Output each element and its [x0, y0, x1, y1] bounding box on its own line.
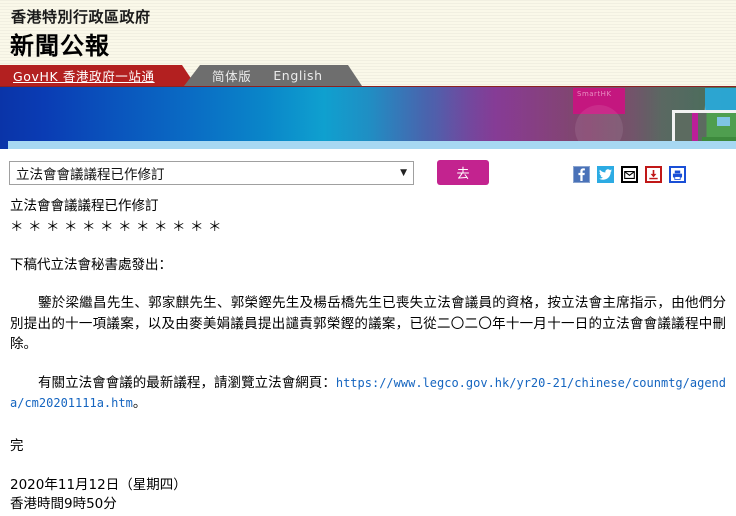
article-paragraph-2-prefix: 有關立法會會議的最新議程，請瀏覽立法會網頁：	[38, 374, 336, 391]
chevron-down-icon: ▼	[400, 168, 407, 178]
banner-bottom-strip	[8, 141, 736, 149]
facebook-icon[interactable]	[573, 166, 590, 183]
tab-govhk-label: GovHK 香港政府一站通	[13, 69, 155, 84]
tab-simplified-chinese[interactable]: 简体版	[212, 66, 251, 85]
print-icon[interactable]	[669, 166, 686, 183]
email-icon[interactable]	[621, 166, 638, 183]
article-paragraph-1: 鑒於梁繼昌先生、郭家麒先生、郭榮鏗先生及楊岳橋先生已喪失立法會議員的資格，按立法…	[10, 295, 726, 352]
article-headline: 立法會會議議程已作修訂	[10, 198, 159, 214]
go-button[interactable]: 去	[437, 160, 489, 185]
article-timestamp: 2020年11月12日（星期四） 香港時間9時50分	[10, 476, 726, 514]
download-icon[interactable]	[645, 166, 662, 183]
language-tabbar: GovHK 香港政府一站通 简体版 English	[0, 65, 736, 86]
article-separator: ＊＊＊＊＊＊＊＊＊＊＊＊	[10, 219, 226, 235]
article-end-marker: 完	[10, 437, 24, 454]
page-title: 新聞公報	[10, 32, 110, 60]
article-paragraph-2: 有關立法會會議的最新議程，請瀏覽立法會網頁：https://www.legco.…	[10, 373, 726, 414]
article-body: 立法會會議議程已作修訂 ＊＊＊＊＊＊＊＊＊＊＊＊ 下稿代立法會秘書處發出： 鑒於…	[0, 196, 736, 514]
banner-frame-chip	[717, 117, 730, 126]
article-date: 2020年11月12日（星期四）	[10, 476, 187, 493]
tab-english[interactable]: English	[273, 68, 322, 83]
site-organization: 香港特別行政區政府	[11, 8, 151, 26]
news-select-dropdown[interactable]: 立法會會議議程已作修訂 ▼	[9, 161, 414, 185]
tab-govhk[interactable]: GovHK 香港政府一站通	[0, 65, 196, 86]
article-time: 香港時間9時50分	[10, 495, 117, 512]
twitter-icon[interactable]	[597, 166, 614, 183]
page-header: 香港特別行政區政府 新聞公報 GovHK 香港政府一站通 简体版 English	[0, 0, 736, 86]
tab-group-languages: 简体版 English	[184, 65, 362, 86]
banner-watermark-text: SmartHK	[577, 90, 612, 98]
article-issuer: 下稿代立法會秘書處發出：	[10, 257, 172, 273]
article-paragraph-2-suffix: 。	[132, 395, 147, 411]
social-share-bar	[573, 166, 686, 183]
decorative-banner: SmartHK	[0, 86, 736, 149]
news-select-value: 立法會會議議程已作修訂	[16, 167, 165, 183]
